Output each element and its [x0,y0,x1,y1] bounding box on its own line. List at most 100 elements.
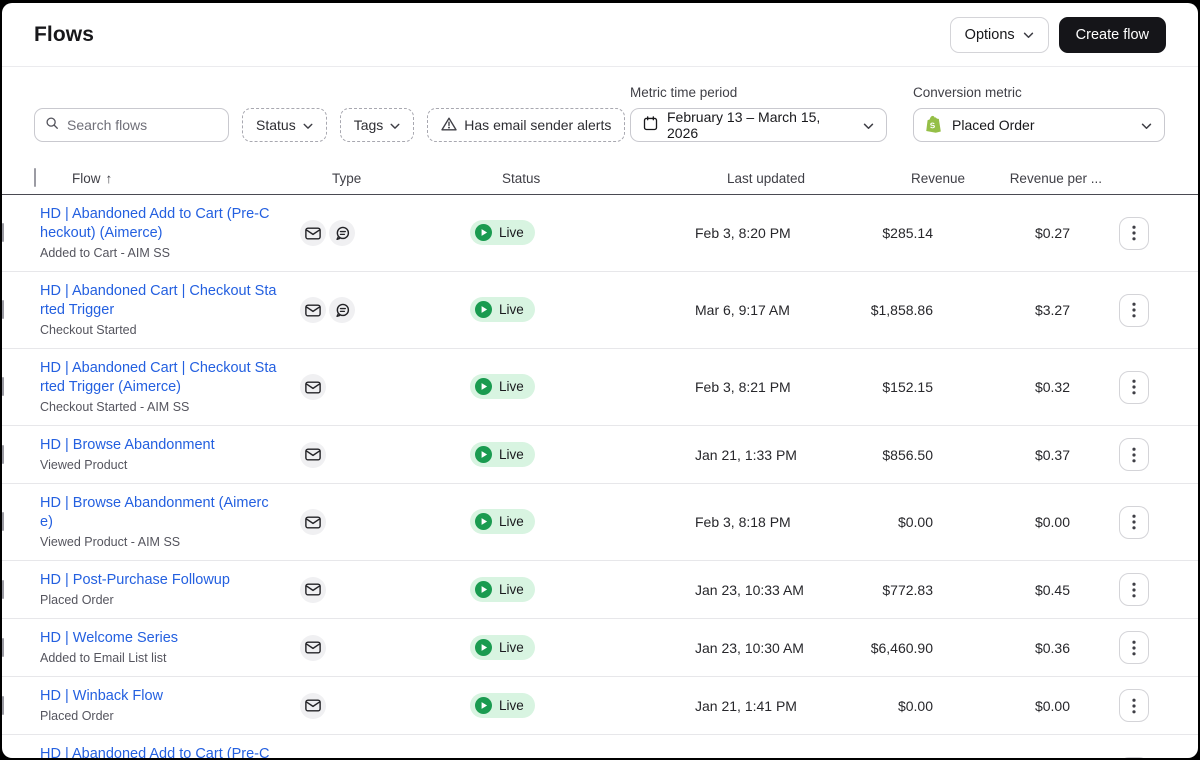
flow-trigger-label: Added to Cart - AIM SS [40,246,300,261]
status-badge-label: Live [499,514,524,529]
metric-time-period-value: February 13 – March 15, 2026 [667,109,854,141]
flow-trigger-label: Viewed Product [40,458,300,473]
live-play-icon [475,224,492,241]
column-header-type[interactable]: Type [332,171,502,186]
flow-trigger-label: Placed Order [40,709,300,724]
status-badge-label: Live [499,225,524,240]
flow-trigger-label: Checkout Started - AIM SS [40,400,300,415]
email-sender-alerts-filter[interactable]: Has email sender alerts [427,108,625,142]
row-checkbox[interactable] [2,512,4,531]
flow-name-link[interactable]: HD | Welcome Series [40,629,277,648]
column-header-last-updated[interactable]: Last updated [727,171,842,186]
tags-filter-label: Tags [354,117,384,133]
row-actions-menu-button[interactable] [1119,506,1149,539]
flow-name-link[interactable]: HD | Abandoned Cart | Checkout Started T… [40,359,277,397]
row-actions-menu-button[interactable] [1119,217,1149,250]
row-actions-menu-button[interactable] [1119,294,1149,327]
flow-table-row: HD | Abandoned Add to Cart (Pre-Checkout… [2,195,1198,272]
metric-time-period-select[interactable]: February 13 – March 15, 2026 [630,108,887,142]
live-play-icon [475,513,492,530]
email-icon [300,374,326,400]
metric-time-period-label: Metric time period [630,85,887,100]
sms-icon [329,220,355,246]
flow-name-link[interactable]: HD | Abandoned Add to Cart (Pre-Checkout… [40,205,277,243]
row-checkbox[interactable] [2,696,4,715]
revenue-cell: $0.00 [810,698,933,714]
options-button[interactable]: Options [950,17,1049,53]
page-title: Flows [34,23,94,47]
flow-name-link[interactable]: HD | Post-Purchase Followup [40,571,277,590]
search-flows-box[interactable] [34,108,229,142]
status-badge: Live [470,577,535,602]
row-actions-menu-button[interactable] [1119,757,1149,759]
flow-name-link[interactable]: HD | Winback Flow [40,687,277,706]
last-updated-cell: Feb 3, 8:20 PM [695,225,810,241]
conversion-metric-value: Placed Order [952,117,1034,133]
row-checkbox[interactable] [2,377,4,396]
flow-trigger-label: Placed Order [40,593,300,608]
live-play-icon [475,697,492,714]
chevron-down-icon [1141,117,1152,133]
column-header-flow[interactable]: Flow ↑ [72,171,332,186]
column-header-revenue-per[interactable]: Revenue per ... [965,171,1102,186]
flow-type-cell [300,635,470,661]
last-updated-cell: Mar 6, 9:17 AM [695,302,810,318]
search-input[interactable] [67,117,218,133]
status-badge: Live [470,297,535,322]
row-actions-menu-button[interactable] [1119,371,1149,404]
create-flow-button[interactable]: Create flow [1059,17,1166,53]
revenue-cell: $772.83 [810,582,933,598]
status-badge: Live [470,374,535,399]
warning-triangle-icon [441,117,457,134]
status-filter[interactable]: Status [242,108,327,142]
last-updated-cell: Jan 21, 1:33 PM [695,447,810,463]
last-updated-cell: Feb 3, 8:18 PM [695,514,810,530]
row-checkbox[interactable] [2,223,4,242]
column-header-status[interactable]: Status [502,171,727,186]
row-checkbox[interactable] [2,445,4,464]
row-checkbox[interactable] [2,580,4,599]
status-badge: Live [470,693,535,718]
live-play-icon [475,446,492,463]
toolbar: Status Tags Has email sender alerts Metr… [2,67,1198,162]
tags-filter[interactable]: Tags [340,108,415,142]
flow-type-cell [300,442,470,468]
row-actions-menu-button[interactable] [1119,438,1149,471]
row-actions-menu-button[interactable] [1119,631,1149,664]
filters: Status Tags Has email sender alerts [34,108,625,142]
kebab-icon [1132,447,1136,463]
row-checkbox[interactable] [2,300,4,319]
last-updated-cell: Feb 3, 8:21 PM [695,379,810,395]
flow-name-link[interactable]: HD | Browse Abandonment (Aimerce) [40,494,277,532]
flow-name-link[interactable]: HD | Browse Abandonment [40,436,277,455]
status-badge-label: Live [499,640,524,655]
row-actions-menu-button[interactable] [1119,573,1149,606]
revenue-per-cell: $0.00 [933,514,1070,530]
column-header-revenue[interactable]: Revenue [842,171,965,186]
create-flow-button-label: Create flow [1076,27,1149,43]
conversion-metric-select[interactable]: S Placed Order [913,108,1165,142]
kebab-icon [1132,582,1136,598]
revenue-per-cell: $0.45 [933,582,1070,598]
status-filter-label: Status [256,117,296,133]
flow-table-body: HD | Abandoned Add to Cart (Pre-Checkout… [2,195,1198,758]
header-actions: Options Create flow [950,17,1166,53]
calendar-icon [643,116,658,134]
row-checkbox[interactable] [2,638,4,657]
email-icon [300,297,326,323]
status-badge: Live [470,635,535,660]
options-button-label: Options [965,27,1015,43]
live-play-icon [475,378,492,395]
live-play-icon [475,301,492,318]
conversion-metric-group: Conversion metric S Placed Order [913,85,1165,142]
flow-trigger-label: Checkout Started [40,323,300,338]
flow-table-row: HD | Browse Abandonment Viewed Product L… [2,426,1198,484]
select-all-checkbox[interactable] [34,168,36,187]
email-icon [300,635,326,661]
flow-name-link[interactable]: HD | Abandoned Cart | Checkout Started T… [40,282,277,320]
status-badge-label: Live [499,447,524,462]
flow-name-link[interactable]: HD | Abandoned Add to Cart (Pre-Checkout… [40,745,277,758]
kebab-icon [1132,514,1136,530]
row-actions-menu-button[interactable] [1119,689,1149,722]
revenue-cell: $6,460.90 [810,640,933,656]
